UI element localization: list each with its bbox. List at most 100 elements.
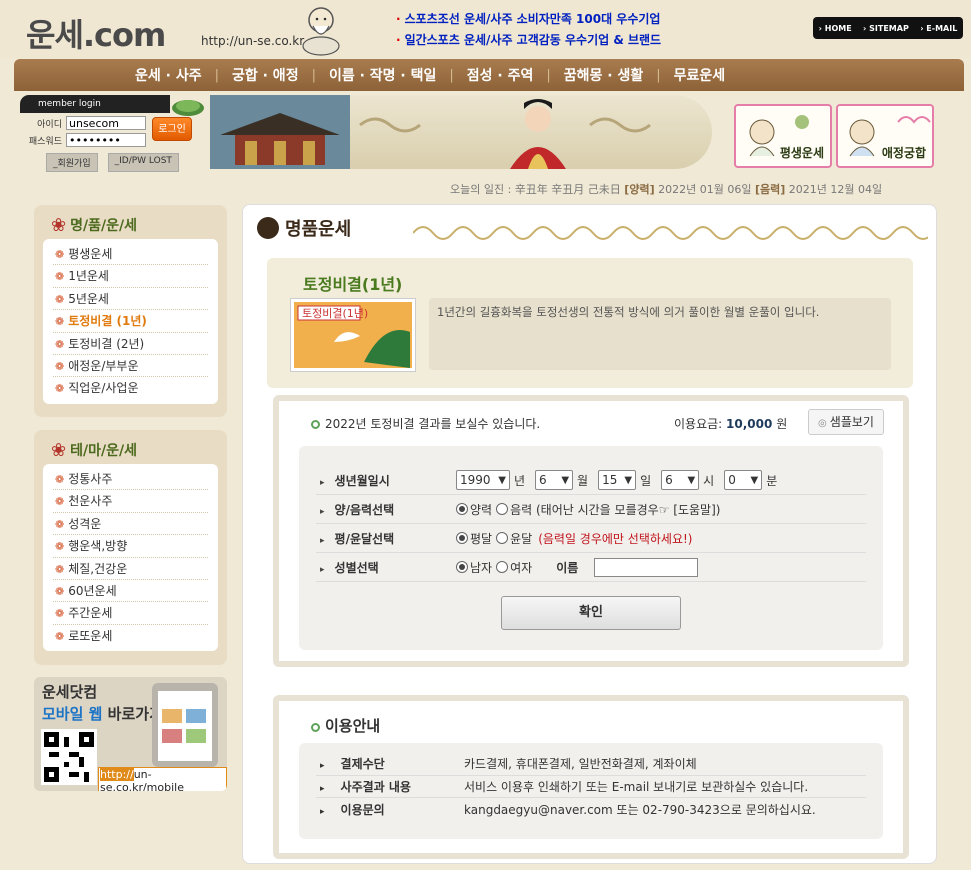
normal-month-radio[interactable]	[456, 532, 468, 544]
nav-astrology[interactable]: 점성 · 주역	[454, 65, 547, 85]
product-description: 1년간의 길흉화복을 토정선생의 전통적 방식에 의거 풀이한 월별 운풀이 입…	[429, 298, 891, 370]
nav-compat[interactable]: 궁합 · 애정	[219, 65, 312, 85]
menu-lifetime[interactable]: ❁ 평생운세	[53, 243, 208, 266]
menu-health[interactable]: ❁ 체질,건강운	[53, 558, 208, 580]
menu-saju[interactable]: ❁ 정통사주	[53, 468, 208, 491]
menu-lotto[interactable]: ❁ 로또운세	[53, 625, 208, 647]
product-name: 토정비결(1년)	[303, 275, 403, 294]
sample-view-button[interactable]: ◎ 샘플보기	[808, 409, 884, 435]
name-label: 이름	[556, 560, 579, 575]
mobile-web-banner[interactable]: 운세닷컴 모바일 웹 바로가기! http://un-se.co.kr/mobi…	[34, 677, 227, 791]
confirm-button[interactable]: 확인	[501, 596, 681, 630]
menu-personality[interactable]: ❁ 성격운	[53, 513, 208, 536]
mobile-url[interactable]: http://un-se.co.kr/mobile	[98, 767, 227, 791]
leap-row: ▸ 평/윤달선택 평달 윤달 (음력일 경우에만 선택하세요!)	[316, 524, 866, 553]
notice-2[interactable]: · 일간스포츠 운세/사주 고객감동 우수기업 & 브랜드	[396, 31, 661, 48]
menu-tojeong-2year[interactable]: ❁ 토정비결 (2년)	[53, 333, 208, 355]
sage-mascot-icon	[302, 7, 340, 56]
nav-fortune[interactable]: 운세 · 사주	[122, 65, 215, 85]
menu-love[interactable]: ❁ 애정운/부부운	[53, 355, 208, 378]
leap-month-radio[interactable]	[496, 532, 509, 544]
form-panel: ▸ 생년월일시 1990 ▼ 년 6 ▼ 월 15 ▼ 일 6 ▼ 시 0 ▼ 분 ▸ 양/음력선택 양…	[299, 446, 883, 650]
flower-bullet-icon: ❁	[55, 495, 65, 509]
premium-fortune-menu: ❀ 명/품/운/세 ❁ 평생운세 ❁ 1년운세 ❁ 5년운세 ❁ 토정비결 (1년) ❁…	[34, 205, 227, 417]
notice-1[interactable]: · 스포츠조선 운세/사주 소비자만족 100대 우수기업	[396, 10, 660, 27]
flower-bullet-icon: ❁	[55, 584, 65, 598]
arrow-icon: ▸	[320, 806, 325, 817]
join-button[interactable]: _회원가입	[46, 153, 98, 172]
id-label: 아이디	[37, 119, 62, 130]
day-select[interactable]: 15 ▼	[598, 470, 637, 490]
theme-fortune-menu: ❀ 테/마/운/세 ❁ 정통사주 ❁ 천운사주 ❁ 성격운 ❁ 행운색,방향 ❁ 체질,건…	[34, 430, 227, 665]
bullet-icon	[311, 420, 320, 429]
info-row-result: ▸ 사주결과 내용 서비스 이용후 인쇄하기 또는 E-mail 보내기로 보관하…	[316, 776, 866, 798]
turtle-icon	[172, 100, 204, 116]
product-thumbnail: 토정비결(1년)	[290, 298, 416, 372]
flower-bullet-icon: ❁	[55, 315, 65, 329]
solar-radio[interactable]	[456, 503, 468, 515]
hour-select[interactable]: 6 ▼	[661, 470, 700, 490]
arrow-icon: ▸	[320, 535, 325, 546]
menu-cheonun[interactable]: ❁ 천운사주	[53, 490, 208, 513]
lunar-radio[interactable]	[496, 503, 509, 515]
password-input[interactable]	[66, 133, 146, 147]
login-box: member login 아이디 패스워드 로그인 _회원가입 _ID/PW L…	[20, 95, 204, 173]
menu-1year[interactable]: ❁ 1년운세	[53, 265, 208, 288]
email-link[interactable]: › E-MAIL	[920, 24, 957, 33]
minute-select[interactable]: 0 ▼	[724, 470, 763, 490]
site-logo[interactable]: 운세.com	[26, 10, 166, 56]
flower-bullet-icon: ❁	[55, 517, 65, 531]
quick-lifetime-label: 평생운세	[779, 146, 824, 160]
today-date: 오늘의 일진 : 辛丑年 辛丑月 己未日 [양력] 2022년 01월 06일 …	[450, 183, 883, 196]
circle-icon: ◎	[818, 418, 827, 429]
form-header: 2022년 토정비결 결과를 보실수 있습니다.	[311, 415, 540, 432]
menu-60year[interactable]: ❁ 60년운세	[53, 580, 208, 603]
nav-dream[interactable]: 꿈해몽 · 생활	[551, 65, 656, 85]
female-radio[interactable]	[496, 561, 509, 573]
sitemap-link[interactable]: › SITEMAP	[863, 24, 909, 33]
quick-lifetime-fortune[interactable]: 평생운세	[734, 104, 832, 168]
month-select[interactable]: 6 ▼	[535, 470, 574, 490]
thumbnail-label: 토정비결(1년)	[302, 307, 368, 320]
flower-bullet-icon: ❁	[55, 359, 65, 373]
arrow-icon: ▸	[320, 761, 325, 772]
info-title: 이용안내	[311, 715, 380, 736]
flower-bullet-icon: ❁	[55, 562, 65, 576]
info-row-contact: ▸ 이용문의 kangdaegyu@naver.com 또는 02-790-342…	[320, 802, 816, 817]
nav-naming[interactable]: 이름 · 작명 · 택일	[316, 65, 449, 85]
login-title: member login	[20, 95, 170, 113]
year-select[interactable]: 1990 ▼	[456, 470, 510, 490]
menu-weekly[interactable]: ❁ 주간운세	[53, 602, 208, 625]
product-panel: 토정비결(1년) 토정비결(1년) 1년간의 길흉화복을 토정선생의 전통적 방…	[267, 258, 913, 388]
menu-5year[interactable]: ❁ 5년운세	[53, 288, 208, 311]
menu-career[interactable]: ❁ 직업운/사업운	[53, 377, 208, 399]
flower-bullet-icon: ❁	[55, 473, 65, 486]
male-radio[interactable]	[456, 561, 468, 573]
bullet-icon	[311, 723, 320, 732]
leap-note: (음력일 경우에만 선택하세요!)	[538, 531, 693, 546]
name-input[interactable]	[594, 557, 699, 577]
tojeong-thumbnail-image: 토정비결(1년)	[294, 302, 412, 368]
pw-label: 패스워드	[28, 136, 62, 147]
menu-lucky-color[interactable]: ❁ 행운색,방향	[53, 535, 208, 558]
arrow-icon: ▸	[320, 783, 325, 794]
nav-free[interactable]: 무료운세	[661, 65, 739, 85]
flower-bullet-icon: ❁	[55, 292, 65, 306]
flower-bullet-icon: ❁	[55, 337, 65, 351]
menu-tojeong-1year[interactable]: ❁ 토정비결 (1년)	[53, 310, 208, 333]
id-pw-lost-button[interactable]: _ID/PW LOST	[107, 153, 179, 172]
main-content: 명품운세 토정비결(1년) 토정비결(1년) 1년간의 길흉화복을 토정선생의 …	[242, 204, 937, 864]
info-row-payment: ▸ 결제수단 카드결제, 휴대폰결제, 일반전화결제, 계좌이체	[316, 753, 866, 776]
home-link[interactable]: › HOME	[819, 24, 852, 33]
main-nav: 운세 · 사주 | 궁합 · 애정 | 이름 · 작명 · 택일 | 점성 · 주역 |…	[14, 59, 964, 91]
quick-love-compat[interactable]: 애정궁합	[836, 104, 934, 168]
id-input[interactable]	[66, 116, 146, 130]
premium-menu-title: 명/품/운/세	[70, 218, 137, 234]
header-banner	[210, 95, 712, 169]
arrow-icon: ▸	[320, 506, 325, 517]
birth-row: ▸ 생년월일시 1990 ▼ 년 6 ▼ 월 15 ▼ 일 6 ▼ 시 0 ▼ 분	[316, 466, 866, 495]
flower-bullet-icon: ❁	[55, 629, 65, 643]
chevron-down-icon: ▼	[561, 474, 570, 486]
quick-love-label: 애정궁합	[881, 146, 926, 160]
login-button[interactable]: 로그인	[152, 117, 192, 141]
